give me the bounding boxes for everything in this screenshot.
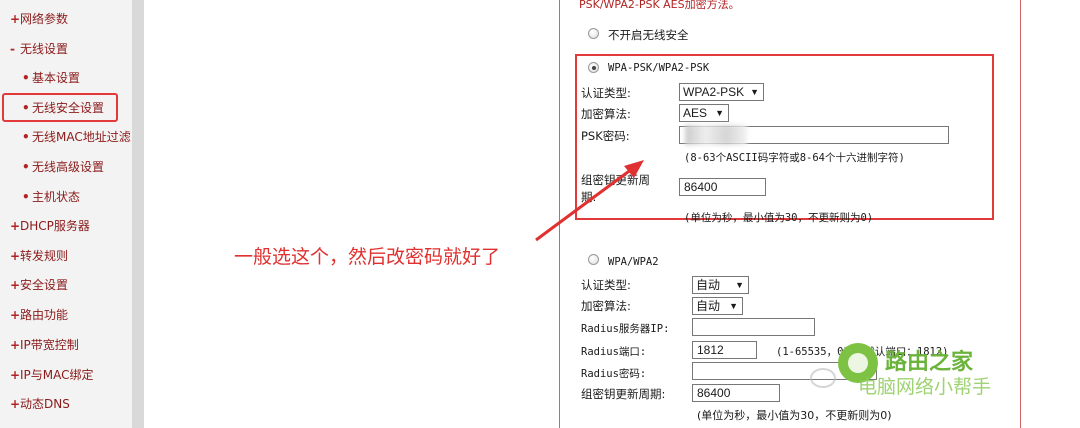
watermark-subtitle: 电脑网络小帮手: [858, 376, 992, 398]
annotation-text: 一般选这个，然后改密码就好了: [234, 246, 501, 268]
wechat-icon: [810, 368, 836, 388]
